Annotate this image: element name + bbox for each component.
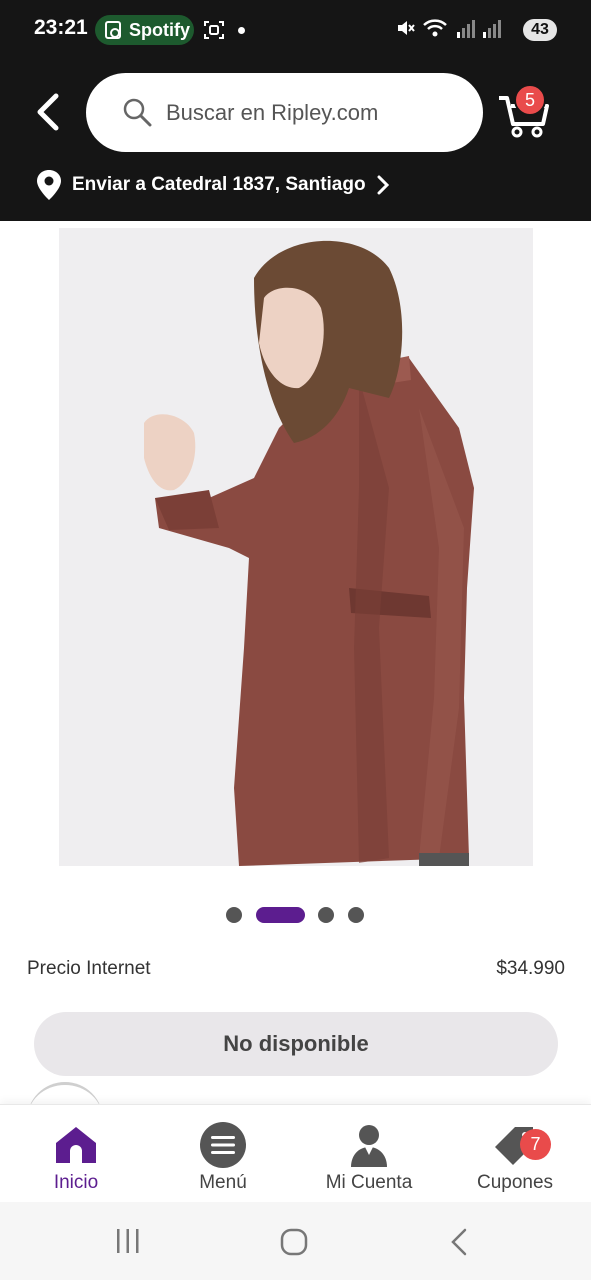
carousel-dot[interactable] xyxy=(226,907,242,923)
product-photo-illustration xyxy=(59,228,533,866)
nav-mi-cuenta[interactable]: Mi Cuenta xyxy=(299,1105,439,1203)
carousel-indicator xyxy=(0,906,591,924)
nav-cupones[interactable]: Cupones xyxy=(445,1105,585,1203)
back-arrow-icon[interactable] xyxy=(30,92,66,132)
nav-inicio[interactable]: Inicio xyxy=(6,1105,146,1203)
notification-dot xyxy=(238,27,245,34)
app-header: Buscar en Ripley.com 5 Enviar a Catedral… xyxy=(0,60,591,221)
wifi-icon xyxy=(423,19,447,37)
mute-icon xyxy=(398,21,415,35)
system-icons xyxy=(395,18,501,38)
carousel-dot[interactable] xyxy=(348,907,364,923)
spotify-icon xyxy=(105,21,121,39)
recent-apps-icon[interactable] xyxy=(114,1228,142,1254)
spotify-pill[interactable]: Spotify xyxy=(95,15,194,45)
carousel-dot[interactable] xyxy=(318,907,334,923)
nav-label-cupones: Cupones xyxy=(476,1172,554,1193)
nav-label-menu: Menú xyxy=(199,1172,247,1193)
price-value: $34.990 xyxy=(496,958,565,979)
shipping-address: Enviar a Catedral 1837, Santiago xyxy=(72,174,366,195)
nav-label-mi-cuenta: Mi Cuenta xyxy=(325,1172,413,1193)
account-icon xyxy=(351,1125,387,1167)
price-row: Precio Internet $34.990 xyxy=(27,958,565,980)
shipping-location[interactable]: Enviar a Catedral 1837, Santiago xyxy=(36,168,390,202)
search-input[interactable]: Buscar en Ripley.com xyxy=(86,73,483,152)
system-navigation-bar xyxy=(0,1202,591,1280)
status-time: 23:21 xyxy=(34,16,88,39)
spotify-label: Spotify xyxy=(129,19,190,40)
home-button-icon[interactable] xyxy=(280,1228,308,1256)
home-icon xyxy=(56,1127,96,1163)
nav-label-inicio: Inicio xyxy=(53,1172,99,1193)
product-image[interactable] xyxy=(59,228,533,866)
location-pin-icon xyxy=(37,170,61,200)
unavailable-button[interactable]: No disponible xyxy=(34,1012,558,1076)
chevron-right-icon xyxy=(377,175,389,195)
menu-icon xyxy=(200,1122,246,1168)
signal-icon xyxy=(457,20,475,38)
bottom-navigation: Inicio Menú Mi Cuenta Cupones xyxy=(0,1104,591,1202)
cart-count-badge: 5 xyxy=(514,84,546,116)
nav-menu[interactable]: Menú xyxy=(153,1105,293,1203)
search-icon xyxy=(123,98,152,127)
back-button-icon[interactable] xyxy=(449,1228,469,1256)
search-placeholder: Buscar en Ripley.com xyxy=(166,100,379,125)
coupon-count-badge: 7 xyxy=(520,1129,551,1160)
price-label: Precio Internet xyxy=(27,958,151,979)
screenshot-icon xyxy=(204,21,224,39)
battery-indicator: 43 xyxy=(523,19,557,41)
status-bar: 23:21 Spotify 43 xyxy=(0,0,591,60)
signal-icon-2 xyxy=(483,20,501,38)
carousel-dot-active[interactable] xyxy=(256,907,305,923)
